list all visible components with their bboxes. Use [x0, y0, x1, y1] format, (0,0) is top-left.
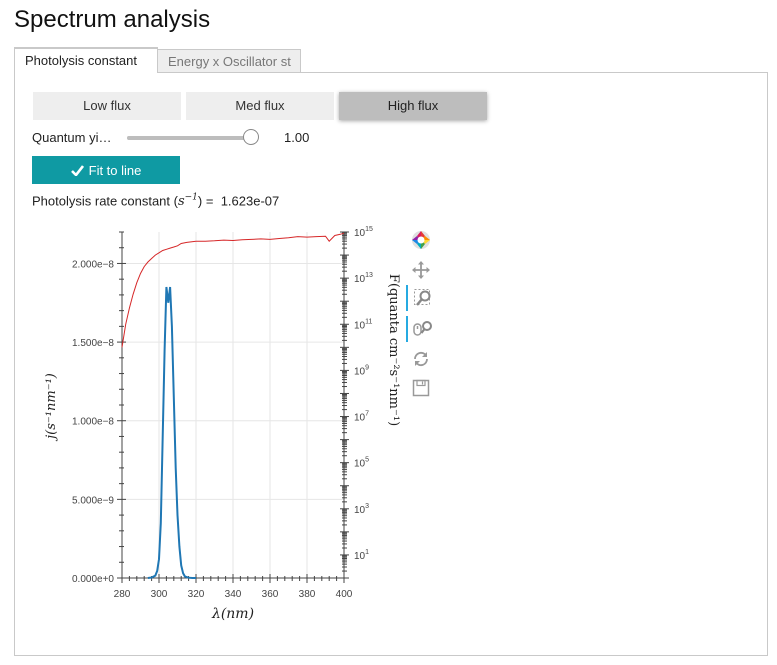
y-right-tick-label: 1015 — [354, 226, 373, 239]
j-series-line — [147, 286, 196, 579]
x-tick-label: 360 — [262, 589, 279, 600]
y-right-tick-label: 105 — [354, 457, 369, 470]
x-tick-label: 340 — [225, 589, 242, 600]
y-right-tick-label: 107 — [354, 411, 369, 424]
y-left-axis-label: j(s⁻¹nm⁻¹) — [44, 373, 59, 442]
y-left-tick-label: 0.000e+0 — [72, 574, 114, 585]
bokeh-logo-icon[interactable] — [406, 227, 436, 253]
y-left-tick-label: 2.000e−8 — [72, 259, 114, 270]
y-right-axis-label: F(quanta cm⁻²s⁻¹nm⁻¹) — [386, 274, 401, 426]
y-left-tick-label: 5.000e−9 — [72, 495, 114, 506]
y-right-tick-label: 103 — [354, 503, 369, 516]
y-right-tick-label: 1013 — [354, 272, 373, 285]
tab-photolysis-constant[interactable]: Photolysis constant — [14, 47, 158, 73]
spectrum-chart: 280 300 320 340 360 380 400 0.000e+0 5.000e−9 1.0… — [44, 226, 401, 622]
x-axis-label: λ(nm) — [211, 606, 254, 622]
save-icon[interactable] — [406, 375, 436, 401]
y-right-tick-label: 1011 — [354, 318, 372, 331]
y-right-tick-label: 109 — [354, 364, 369, 377]
y-left-tick-label: 1.000e−8 — [72, 417, 114, 428]
wheel-zoom-icon[interactable] — [406, 316, 438, 342]
x-tick-label: 280 — [114, 589, 131, 600]
pan-icon[interactable] — [406, 257, 436, 283]
box-zoom-icon[interactable] — [406, 285, 438, 311]
x-tick-label: 380 — [299, 589, 316, 600]
x-tick-label: 300 — [151, 589, 168, 600]
x-tick-label: 320 — [188, 589, 205, 600]
x-tick-label: 400 — [336, 589, 353, 600]
y-left-tick-label: 1.500e−8 — [72, 338, 114, 349]
y-right-tick-label: 101 — [354, 549, 369, 562]
reset-icon[interactable] — [406, 346, 436, 372]
